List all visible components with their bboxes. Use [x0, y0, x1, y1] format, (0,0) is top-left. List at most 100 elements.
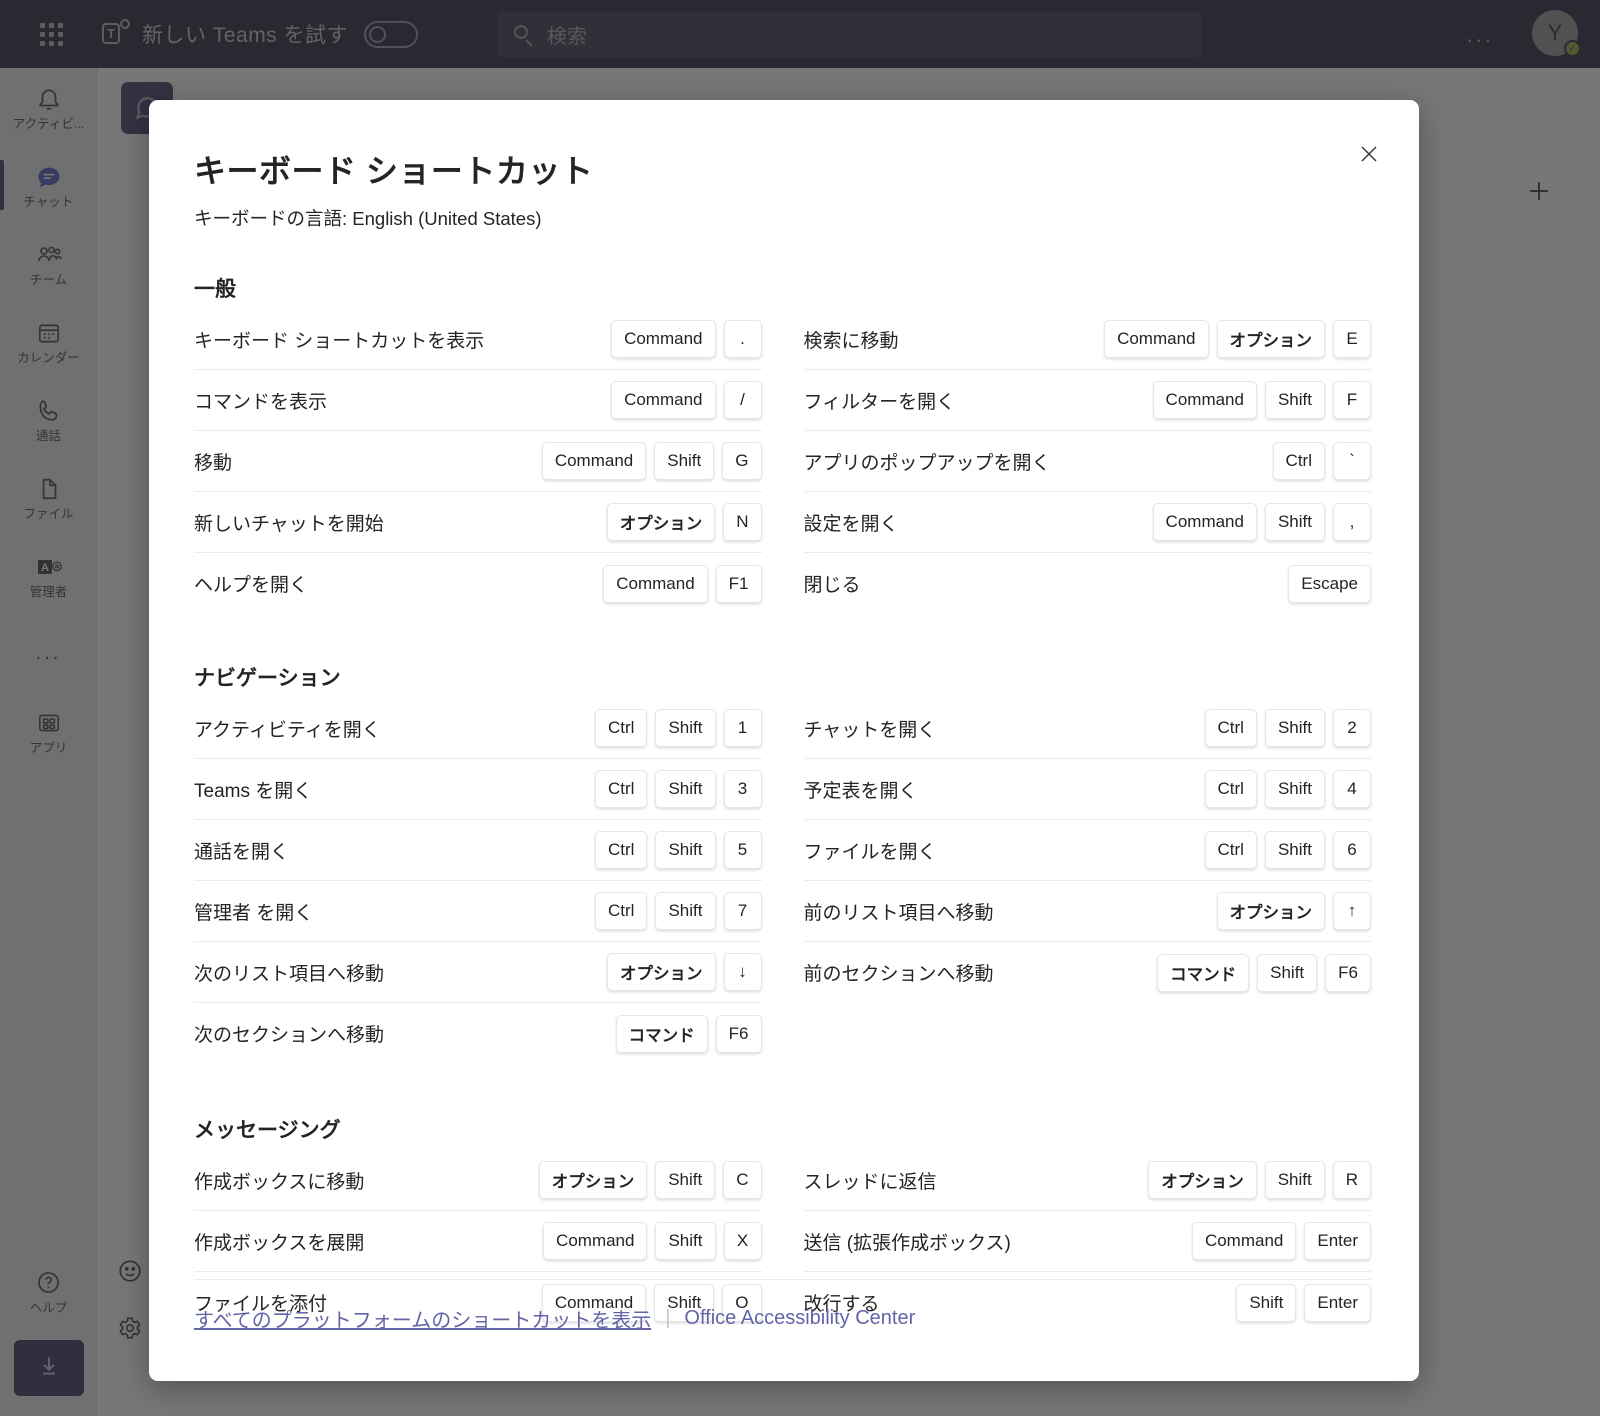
shortcut-label: 予定表を開く: [803, 780, 918, 802]
all-platforms-shortcuts-link[interactable]: すべてのプラットフォームのショートカットを表示: [194, 1304, 651, 1333]
shortcut-keys: オプション Shift C: [538, 1161, 762, 1199]
shortcut-keys: Ctrl Shift 5: [595, 831, 762, 869]
key-cap: C: [723, 1161, 762, 1199]
shortcut-label: キーボード ショートカットを表示: [194, 330, 485, 352]
shortcut-keys: Command Shift G: [541, 442, 762, 480]
key-cap: Shift: [654, 442, 715, 480]
key-cap: E: [1333, 320, 1371, 358]
shortcut-row: 前のリスト項目へ移動 オプション ↑: [803, 881, 1371, 942]
shortcut-keys: Escape: [1288, 564, 1371, 603]
key-cap: Shift: [655, 892, 716, 930]
shortcut-row: フィルターを開く Command Shift F: [803, 370, 1371, 431]
shortcut-row: 作成ボックスを展開 Command Shift X: [194, 1211, 762, 1272]
shortcut-row: 通話を開く Ctrl Shift 5: [194, 820, 762, 881]
shortcut-row: 管理者 を開く Ctrl Shift 7: [194, 881, 762, 942]
shortcut-row: アクティビティを開く Ctrl Shift 1: [194, 698, 762, 759]
shortcut-row: 作成ボックスに移動 オプション Shift C: [194, 1150, 762, 1211]
key-cap: Shift: [1264, 831, 1325, 869]
key-cap: Ctrl: [595, 831, 648, 869]
shortcut-label: アクティビティを開く: [194, 719, 381, 741]
key-cap: G: [722, 442, 762, 480]
key-cap: 3: [723, 770, 762, 808]
shortcut-row: アプリのポップアップを開く Ctrl `: [803, 431, 1371, 492]
shortcut-keys: Ctrl Shift 1: [595, 709, 762, 747]
shortcut-keys: オプション Shift R: [1148, 1161, 1371, 1199]
keyboard-language-label: キーボードの言語: English (United States): [194, 208, 542, 229]
key-cap: Ctrl: [1204, 770, 1257, 808]
shortcut-keys: Command.: [611, 320, 762, 358]
key-cap: Command: [1104, 320, 1209, 358]
column-left: アクティビティを開く Ctrl Shift 1 Teams を開く Ctrl Shift 3 通…: [194, 698, 762, 1064]
shortcut-keys: Command Shift F: [1152, 381, 1371, 419]
key-cap: ↑: [1333, 892, 1371, 930]
office-accessibility-center-link[interactable]: Office Accessibility Center: [684, 1307, 915, 1330]
key-cap: Command: [541, 442, 647, 480]
shortcut-label: 通話を開く: [194, 841, 290, 863]
key-cap: F6: [715, 1014, 762, 1053]
section-title-messaging: メッセージング: [194, 1119, 341, 1142]
shortcut-label: 前のセクションへ移動: [803, 964, 994, 985]
shortcut-label: 新しいチャットを開始: [194, 513, 384, 535]
shortcut-keys: Command Shift X: [543, 1222, 762, 1260]
shortcut-label: フィルターを開く: [803, 391, 956, 413]
key-cap: ,: [1333, 503, 1371, 541]
key-cap: F6: [1325, 953, 1371, 992]
shortcut-row: 移動 Command Shift G: [194, 431, 762, 492]
close-button[interactable]: [1351, 138, 1387, 174]
shortcut-row: 設定を開く Command Shift,: [803, 492, 1371, 553]
shortcut-keys: Command Enter: [1191, 1222, 1371, 1260]
dialog-footer: すべてのプラットフォームのショートカットを表示 | Office Accessi…: [194, 1279, 1371, 1333]
key-cap: Shift: [1264, 381, 1325, 419]
close-icon: [1357, 142, 1381, 171]
key-cap: オプション: [606, 503, 716, 541]
key-cap: オプション: [538, 1161, 648, 1199]
shortcut-label: アプリのポップアップを開く: [803, 452, 1051, 474]
shortcut-keys: Command F1: [603, 564, 762, 603]
shortcut-row: Teams を開く Ctrl Shift 3: [194, 759, 762, 820]
key-cap: Command: [1152, 503, 1257, 541]
shortcut-keys: Ctrl Shift 3: [595, 770, 762, 808]
key-cap: オプション: [607, 953, 716, 991]
shortcut-row: 送信 (拡張作成ボックス) Command Enter: [803, 1211, 1371, 1272]
key-cap: Command: [611, 320, 716, 358]
key-cap: オプション: [1216, 320, 1325, 358]
shortcut-row: 予定表を開く Ctrl Shift 4: [803, 759, 1371, 820]
key-cap: 2: [1333, 709, 1371, 747]
key-cap: Ctrl: [1204, 831, 1257, 869]
shortcut-label: 前のリスト項目へ移動: [803, 902, 994, 924]
key-cap: N: [723, 503, 762, 541]
shortcut-label: 送信 (拡張作成ボックス): [803, 1232, 1011, 1254]
shortcut-row: コマンドを表示 Command /: [194, 370, 762, 431]
key-cap: Command: [603, 564, 708, 603]
section-title-navigation: ナビゲーション: [194, 667, 341, 690]
shortcut-label: 検索に移動: [803, 330, 899, 352]
key-cap: Shift: [655, 1161, 716, 1199]
shortcut-label: 閉じる: [803, 575, 861, 596]
key-cap: コマンド: [615, 1014, 708, 1053]
section-general: キーボード ショートカットを表示 Command. コマンドを表示 Command / 移…: [194, 309, 1371, 614]
shortcut-row: スレッドに返信 オプション Shift R: [803, 1150, 1371, 1211]
key-cap: オプション: [1148, 1161, 1257, 1199]
key-cap: .: [723, 320, 762, 358]
shortcut-label: 設定を開く: [803, 513, 899, 535]
key-cap: 5: [723, 831, 762, 869]
key-cap: Ctrl: [1272, 442, 1325, 480]
shortcut-label: 次のセクションへ移動: [194, 1025, 385, 1046]
shortcut-keys: オプション ↓: [607, 953, 762, 991]
key-cap: オプション: [1216, 892, 1325, 930]
column-right: 検索に移動 Command オプション E フィルターを開く Command Shift F ア…: [803, 309, 1371, 614]
shortcut-keys: Ctrl Shift 2: [1204, 709, 1371, 747]
shortcut-label: ファイルを開く: [803, 841, 937, 863]
key-cap: Shift: [655, 770, 716, 808]
key-cap: Command: [1152, 381, 1257, 419]
key-cap: 1: [723, 709, 762, 747]
key-cap: Shift: [1264, 709, 1325, 747]
keyboard-shortcuts-dialog: キーボード ショートカット キーボードの言語: English (United …: [149, 100, 1419, 1381]
shortcut-label: 作成ボックスに移動: [194, 1171, 365, 1193]
key-cap: Ctrl: [595, 709, 648, 747]
key-cap: F: [1333, 381, 1371, 419]
key-cap: Shift: [655, 831, 716, 869]
shortcut-row: チャットを開く Ctrl Shift 2: [803, 698, 1371, 759]
section-navigation: アクティビティを開く Ctrl Shift 1 Teams を開く Ctrl Shift 3 通…: [194, 698, 1371, 1064]
shortcut-label: コマンドを表示: [194, 391, 328, 413]
